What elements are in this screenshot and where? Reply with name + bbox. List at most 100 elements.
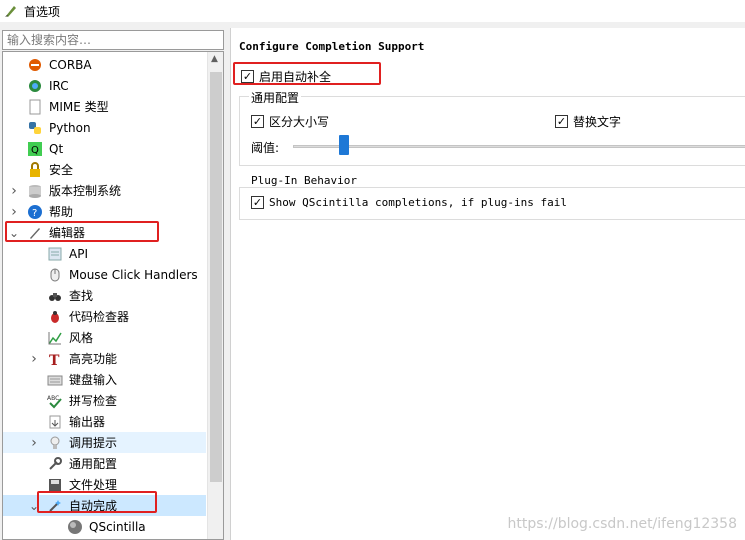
checkbox-check-icon[interactable]: ✓ <box>251 196 264 209</box>
export-icon <box>47 414 63 430</box>
svg-text:T: T <box>49 353 60 367</box>
chevron-right-icon[interactable]: › <box>9 183 19 199</box>
spellcheck-icon: ABC <box>47 393 63 409</box>
tree-item-label: 安全 <box>49 163 74 177</box>
bulb-icon <box>47 435 63 451</box>
tree-item[interactable]: IRC <box>3 75 206 96</box>
scroll-thumb[interactable] <box>210 72 222 482</box>
search-input[interactable]: 输入搜索内容… <box>2 30 224 50</box>
checkbox-check-icon[interactable]: ✓ <box>251 115 264 128</box>
tree-scrollbar[interactable]: ▲ <box>207 52 223 539</box>
app-icon <box>4 4 18 18</box>
tree-item[interactable]: ⌄ 自动完成 <box>3 495 206 516</box>
tree-item[interactable]: 通用配置 <box>3 453 206 474</box>
tree-item[interactable]: API <box>3 243 206 264</box>
tree-item-label: 代码检查器 <box>69 310 130 324</box>
sphere-icon <box>67 519 83 535</box>
tree-item-label: CORBA <box>49 57 92 72</box>
tree-item-label: 自动完成 <box>69 499 118 513</box>
tree-item-label: QScintilla <box>89 519 146 534</box>
keyboard-icon <box>47 372 63 388</box>
tree-item[interactable]: 文件处理 <box>3 474 206 495</box>
tree-item[interactable]: › 调用提示 <box>3 432 206 453</box>
tree-item-label: 文件处理 <box>69 478 118 492</box>
preferences-tree: CORBA IRC MIME 类型 Python Q Qt 安全 › 版本控制系统 ›? 帮助 ⌄ 编辑… <box>2 51 224 540</box>
pen-icon <box>27 225 43 241</box>
highlight-icon: T <box>47 351 63 369</box>
tree-item[interactable]: 输出器 <box>3 411 206 432</box>
threshold-slider-handle[interactable] <box>339 135 350 155</box>
database-icon <box>27 183 43 199</box>
chevron-right-icon[interactable]: › <box>9 204 19 220</box>
corba-icon <box>27 57 43 73</box>
show-qscintilla-checkbox[interactable]: ✓ Show QScintilla completions, if plug-i… <box>251 196 567 209</box>
plugin-group-title: Plug-In Behavior <box>249 174 359 187</box>
mouse-icon <box>47 267 63 283</box>
settings-panel: Configure Completion Support ✓ 启用自动补全 通用… <box>230 28 745 540</box>
svg-text:?: ? <box>32 208 37 219</box>
tree-item-label: 编辑器 <box>49 226 86 240</box>
svg-text:Q: Q <box>31 145 39 156</box>
scroll-up-icon[interactable]: ▲ <box>211 54 218 64</box>
enable-autocomplete-checkbox[interactable]: ✓ 启用自动补全 <box>241 68 331 85</box>
chevron-down-icon[interactable]: ⌄ <box>9 226 19 240</box>
checkbox-check-icon[interactable]: ✓ <box>241 70 254 83</box>
tree-item[interactable]: 风格 <box>3 327 206 348</box>
bug-icon <box>47 309 63 325</box>
tree-item[interactable]: 键盘输入 <box>3 369 206 390</box>
tree-item[interactable]: MIME 类型 <box>3 96 206 117</box>
threshold-slider-track[interactable] <box>293 145 745 148</box>
title-bar: 首选项 <box>0 0 745 22</box>
tree-item[interactable]: Mouse Click Handlers <box>3 264 206 285</box>
tree-item[interactable]: QScintilla <box>3 516 206 537</box>
tree-item-label: 输出器 <box>69 415 106 429</box>
checkbox-check-icon[interactable]: ✓ <box>555 115 568 128</box>
tree-item-label: 查找 <box>69 289 94 303</box>
tree-item[interactable]: Python <box>3 117 206 138</box>
help-icon: ? <box>27 204 43 220</box>
tree-item-label: 版本控制系统 <box>49 184 122 198</box>
api-icon <box>47 246 63 262</box>
tree-item-label: 风格 <box>69 331 94 345</box>
tree-item-label: 调用提示 <box>69 436 118 450</box>
watermark: https://blog.csdn.net/ifeng12358 <box>507 516 737 532</box>
replace-text-checkbox[interactable]: ✓ 替换文字 <box>555 113 621 130</box>
tree-item[interactable]: › T 高亮功能 <box>3 348 206 369</box>
tree-item[interactable]: › 版本控制系统 <box>3 180 206 201</box>
case-sensitive-checkbox[interactable]: ✓ 区分大小写 <box>251 113 329 130</box>
tree-item[interactable]: 查找 <box>3 285 206 306</box>
python-icon <box>27 120 43 136</box>
tree-item[interactable]: Q Qt <box>3 138 206 159</box>
tree-item[interactable]: ⌄ 编辑器 <box>3 222 206 243</box>
irc-icon <box>27 78 43 94</box>
tree-item-label: IRC <box>49 78 69 93</box>
tree-item[interactable]: ›? 帮助 <box>3 201 206 222</box>
general-group-title: 通用配置 <box>249 89 302 106</box>
tree-item-label: API <box>69 246 88 261</box>
chevron-down-icon[interactable]: ⌄ <box>29 499 39 513</box>
tree-item-label: 键盘输入 <box>69 373 118 387</box>
save-icon <box>47 477 63 493</box>
left-pane: 输入搜索内容… CORBA IRC MIME 类型 Python Q Qt 安全 › 版本控制系… <box>0 28 225 540</box>
wrench-icon <box>47 456 63 472</box>
tree-item[interactable]: CORBA <box>3 54 206 75</box>
tree-item-label: Mouse Click Handlers <box>69 267 198 282</box>
tree-item-label: 帮助 <box>49 205 74 219</box>
chevron-right-icon[interactable]: › <box>29 435 39 451</box>
tree-item-label: Python <box>49 120 91 135</box>
tree-item[interactable]: ABC 拼写检查 <box>3 390 206 411</box>
tree-item-label: 通用配置 <box>69 457 118 471</box>
tree-item[interactable]: 代码检查器 <box>3 306 206 327</box>
wand-icon <box>47 498 63 514</box>
binoculars-icon <box>47 288 63 304</box>
chart-icon <box>47 330 63 346</box>
mime-icon <box>27 99 43 115</box>
general-group <box>239 96 745 166</box>
chevron-right-icon[interactable]: › <box>29 351 39 367</box>
svg-text:ABC: ABC <box>47 395 59 402</box>
tree-item-label: 拼写检查 <box>69 394 118 408</box>
tree-item-label: 高亮功能 <box>69 352 118 366</box>
tree-item-label: MIME 类型 <box>49 100 109 114</box>
tree-item[interactable]: 安全 <box>3 159 206 180</box>
threshold-label: 阈值: <box>251 141 280 155</box>
